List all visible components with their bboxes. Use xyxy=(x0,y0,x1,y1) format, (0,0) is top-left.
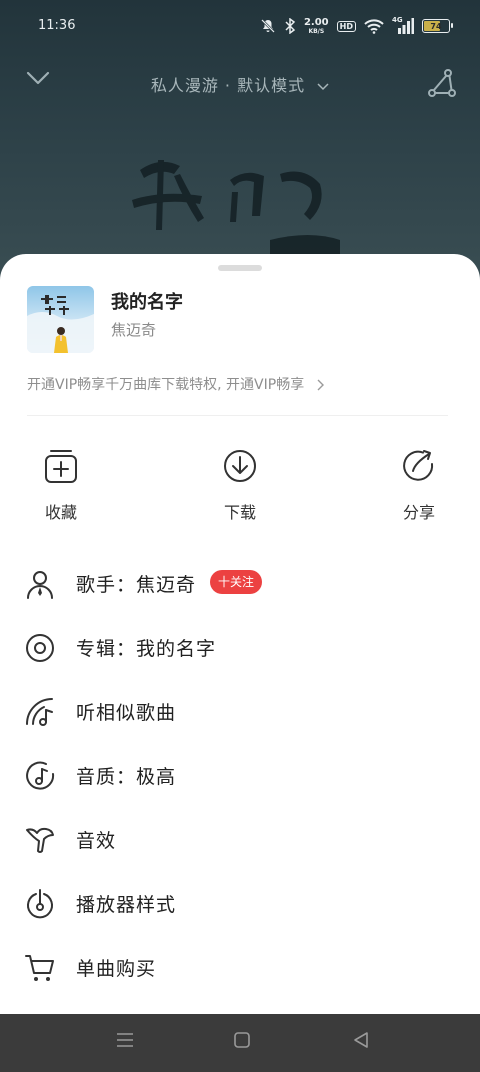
song-info: 我的名字 焦迈奇 xyxy=(27,286,457,354)
vip-banner[interactable]: 开通VIP畅享千万曲库下载特权, 开通VIP畅享 xyxy=(27,374,325,394)
back-icon[interactable] xyxy=(352,1031,370,1049)
share-icon xyxy=(403,450,434,481)
cover-art-calligraphy xyxy=(132,160,340,254)
status-bar: 11:36 2.00 KB/S HD 4G 74 xyxy=(0,0,480,52)
song-options-sheet: 我的名字 焦迈奇 开通VIP畅享千万曲库下载特权, 开通VIP畅享 收藏 下载 xyxy=(0,254,480,1014)
menu-item-singer[interactable]: 歌手：焦迈奇 十关注 xyxy=(0,552,480,616)
menu-item-quality[interactable]: 音质：极高 xyxy=(0,744,480,808)
net-speed-value: 2.00 xyxy=(303,16,329,28)
system-nav-bar xyxy=(0,1014,480,1072)
quality-icon xyxy=(26,761,55,790)
album-art-icon xyxy=(27,295,94,353)
net-speed-unit: KB/S xyxy=(308,27,325,35)
menu-label-similar: 听相似歌曲 xyxy=(76,702,177,724)
player-style-icon xyxy=(27,889,53,919)
cart-icon xyxy=(25,955,54,981)
status-icons: 2.00 KB/S HD 4G 74 xyxy=(260,14,453,38)
battery-icon: 74 xyxy=(422,19,453,33)
menu-item-purchase[interactable]: 单曲购买 xyxy=(0,936,480,1000)
menu-label-album: 专辑：我的名字 xyxy=(76,638,217,660)
player-header: 私人漫游 · 默认模式 xyxy=(0,62,480,102)
song-artist[interactable]: 焦迈奇 xyxy=(111,319,156,340)
menu-item-player-style[interactable]: 播放器样式 xyxy=(0,872,480,936)
wifi-icon xyxy=(364,19,384,34)
chevron-right-icon xyxy=(317,379,324,391)
collect-icon xyxy=(45,450,77,483)
menu-label-player-style: 播放器样式 xyxy=(76,894,177,916)
menu-item-sound-effect[interactable]: 音效 xyxy=(0,808,480,872)
song-title: 我的名字 xyxy=(111,292,183,313)
divider xyxy=(27,415,448,416)
menu-label-singer: 歌手：焦迈奇 xyxy=(76,574,197,596)
hd-badge: HD xyxy=(336,20,356,32)
menu-label-purchase: 单曲购买 xyxy=(76,958,157,980)
album-thumbnail xyxy=(27,286,94,353)
bluetooth-icon xyxy=(285,18,296,34)
share-button[interactable]: 分享 xyxy=(379,448,459,523)
cell-signal: 4G xyxy=(392,16,414,34)
collect-label: 收藏 xyxy=(44,503,77,522)
share-label: 分享 xyxy=(402,503,435,522)
drag-handle[interactable] xyxy=(218,265,262,271)
play-mode-selector[interactable]: 私人漫游 · 默认模式 xyxy=(0,72,480,96)
mute-icon xyxy=(261,19,275,33)
download-icon xyxy=(224,450,256,482)
vip-banner-text: 开通VIP畅享千万曲库下载特权, 开通VIP畅享 xyxy=(27,377,305,393)
menu-item-similar[interactable]: 听相似歌曲 xyxy=(0,680,480,744)
album-icon xyxy=(26,634,54,662)
home-icon[interactable] xyxy=(233,1031,251,1049)
net-speed: 2.00 KB/S xyxy=(303,16,329,35)
menu-label-quality: 音质：极高 xyxy=(76,766,177,788)
menu-item-album[interactable]: 专辑：我的名字 xyxy=(0,616,480,680)
collect-button[interactable]: 收藏 xyxy=(21,448,101,523)
similar-songs-icon xyxy=(26,698,53,726)
menu-icon[interactable] xyxy=(116,1031,134,1049)
share-node-icon[interactable] xyxy=(424,66,458,100)
status-time: 11:36 xyxy=(38,18,76,33)
download-label: 下载 xyxy=(223,503,256,522)
sound-effect-icon xyxy=(26,827,54,853)
chevron-down-icon xyxy=(317,82,329,90)
singer-icon xyxy=(27,571,53,599)
play-mode-label: 私人漫游 · 默认模式 xyxy=(150,76,306,95)
signal-icon xyxy=(398,18,414,34)
download-button[interactable]: 下载 xyxy=(200,448,280,523)
menu-label-sound-effect: 音效 xyxy=(76,830,117,852)
follow-button[interactable]: 十关注 xyxy=(210,570,263,594)
battery-level: 74 xyxy=(430,21,442,31)
